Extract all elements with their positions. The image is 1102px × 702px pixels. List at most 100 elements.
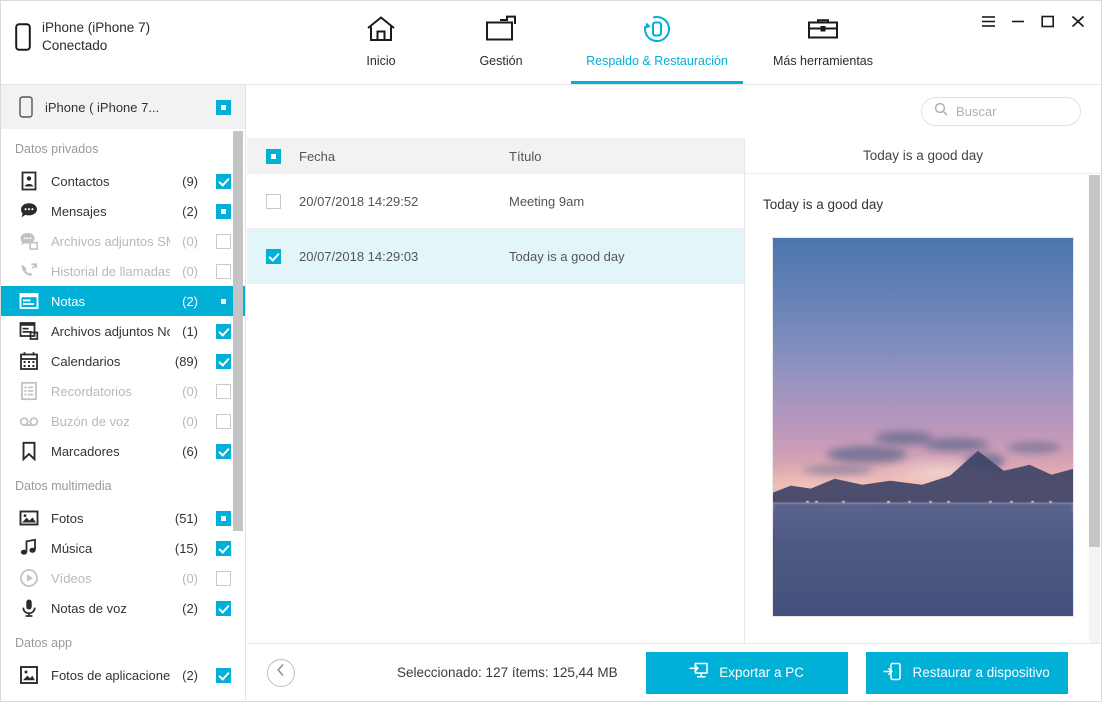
preview-scrollbar[interactable] bbox=[1089, 175, 1100, 547]
tab-respaldo-restauracion[interactable]: Respaldo & Restauración bbox=[571, 1, 743, 84]
search-box[interactable]: Buscar bbox=[921, 97, 1081, 126]
sidebar-item-label: Música bbox=[51, 541, 163, 556]
water-surface bbox=[773, 503, 1073, 616]
sidebar-item-count: (0) bbox=[182, 571, 198, 586]
sidebar-item-checkbox[interactable] bbox=[216, 601, 231, 616]
preview-header-title: Today is a good day bbox=[745, 138, 1101, 174]
table-row[interactable]: 20/07/2018 14:29:03Today is a good day bbox=[247, 229, 744, 284]
list-rows: 20/07/2018 14:29:52Meeting 9am20/07/2018… bbox=[247, 174, 744, 284]
backup-restore-icon bbox=[641, 13, 673, 45]
sidebar-device-label: iPhone ( iPhone 7... bbox=[45, 100, 204, 115]
top-bar: iPhone (iPhone 7) Conectado Inicio bbox=[1, 1, 1101, 85]
preview-photo[interactable] bbox=[772, 237, 1074, 617]
sidebar-item-buz-n-de-voz[interactable]: Buzón de voz(0) bbox=[1, 406, 245, 436]
chevron-left-icon bbox=[276, 663, 286, 682]
sidebar-item-checkbox[interactable] bbox=[216, 354, 231, 369]
sidebar-item-label: Vídeos bbox=[51, 571, 170, 586]
column-header-fecha[interactable]: Fecha bbox=[281, 149, 509, 164]
sidebar-item-count: (89) bbox=[175, 354, 198, 369]
sidebar-item-v-deos[interactable]: Vídeos (0) bbox=[1, 563, 245, 593]
sidebar-item-count: (15) bbox=[175, 541, 198, 556]
export-to-pc-button[interactable]: Exportar a PC bbox=[646, 652, 848, 694]
menu-button[interactable] bbox=[973, 8, 1003, 34]
select-all-checkbox[interactable] bbox=[266, 149, 281, 164]
tab-gestion[interactable]: Gestión bbox=[431, 1, 571, 84]
column-header-titulo[interactable]: Título bbox=[509, 149, 744, 164]
maximize-button[interactable] bbox=[1033, 8, 1063, 34]
export-to-pc-label: Exportar a PC bbox=[719, 665, 804, 680]
list-pane: Fecha Título 20/07/2018 14:29:52Meeting … bbox=[247, 138, 745, 643]
sidebar-item-checkbox[interactable] bbox=[216, 264, 231, 279]
device-info: iPhone (iPhone 7) Conectado bbox=[15, 19, 150, 55]
search-row: Buscar bbox=[247, 85, 1101, 138]
sidebar-item-archivos-adjuntos-sms[interactable]: Archivos adjuntos SMS(0) bbox=[1, 226, 245, 256]
sidebar-item-checkbox[interactable] bbox=[216, 444, 231, 459]
notes-icon bbox=[19, 291, 39, 311]
sidebar-item-calendarios[interactable]: Calendarios(89) bbox=[1, 346, 245, 376]
sidebar-item-checkbox[interactable] bbox=[216, 174, 231, 189]
sidebar-item-count: (0) bbox=[182, 264, 198, 279]
call-history-icon bbox=[19, 261, 39, 281]
sidebar-item-checkbox[interactable] bbox=[216, 414, 231, 429]
sidebar-item-historial-de-llamadas[interactable]: Historial de llamadas (0) bbox=[1, 256, 245, 286]
close-button[interactable] bbox=[1063, 8, 1093, 34]
sidebar-item-fotos[interactable]: Fotos(51) bbox=[1, 503, 245, 533]
sidebar-item-marcadores[interactable]: Marcadores(6) bbox=[1, 436, 245, 466]
reminders-icon bbox=[19, 381, 39, 401]
device-text: iPhone (iPhone 7) Conectado bbox=[42, 19, 150, 55]
contacts-icon bbox=[19, 171, 39, 191]
sidebar-item-mensajes[interactable]: Mensajes(2) bbox=[1, 196, 245, 226]
tab-mas-label: Más herramientas bbox=[773, 54, 873, 68]
sidebar-item-label: Historial de llamadas bbox=[51, 264, 170, 279]
toolbox-icon bbox=[806, 13, 840, 45]
folder-icon bbox=[484, 13, 518, 45]
sidebar-device-row[interactable]: iPhone ( iPhone 7... bbox=[1, 85, 245, 129]
sidebar-item-checkbox[interactable] bbox=[216, 668, 231, 683]
sidebar-item-label: Marcadores bbox=[51, 444, 170, 459]
tab-mas-herramientas[interactable]: Más herramientas bbox=[743, 1, 903, 84]
tab-respaldo-label: Respaldo & Restauración bbox=[586, 54, 728, 68]
content-area: Fecha Título 20/07/2018 14:29:52Meeting … bbox=[247, 138, 1101, 643]
sidebar-item-checkbox[interactable] bbox=[216, 541, 231, 556]
sidebar-item-checkbox[interactable] bbox=[216, 324, 231, 339]
messages-icon bbox=[19, 201, 39, 221]
table-row[interactable]: 20/07/2018 14:29:52Meeting 9am bbox=[247, 174, 744, 229]
sidebar-device-checkbox[interactable] bbox=[216, 100, 231, 115]
sidebar-scrollbar[interactable] bbox=[233, 131, 243, 531]
sidebar-item-checkbox[interactable] bbox=[216, 204, 231, 219]
sms-attach-icon bbox=[19, 231, 39, 251]
sidebar-item-archivos-adjuntos-no[interactable]: Archivos adjuntos No...(1) bbox=[1, 316, 245, 346]
minimize-button[interactable] bbox=[1003, 8, 1033, 34]
sidebar-item-contactos[interactable]: Contactos(9) bbox=[1, 166, 245, 196]
search-input[interactable]: Buscar bbox=[956, 104, 996, 119]
sidebar-item-checkbox[interactable] bbox=[216, 511, 231, 526]
sidebar-item-m-sica[interactable]: Música (15) bbox=[1, 533, 245, 563]
row-date: 20/07/2018 14:29:03 bbox=[281, 249, 509, 264]
sidebar-list: Datos privadosContactos(9)Mensajes(2)Arc… bbox=[1, 129, 245, 701]
sidebar-item-notas-de-voz[interactable]: Notas de voz(2) bbox=[1, 593, 245, 623]
sidebar: iPhone ( iPhone 7... Datos privadosConta… bbox=[1, 85, 246, 701]
main-area: Buscar Fecha Título 20/07/2018 14:29:52M… bbox=[247, 85, 1101, 701]
note-attach-icon bbox=[19, 321, 39, 341]
sidebar-item-recordatorios[interactable]: Recordatorios(0) bbox=[1, 376, 245, 406]
sidebar-item-label: Archivos adjuntos No... bbox=[51, 324, 170, 339]
export-to-pc-icon bbox=[689, 662, 708, 684]
row-date: 20/07/2018 14:29:52 bbox=[281, 194, 509, 209]
sidebar-item-checkbox[interactable] bbox=[216, 384, 231, 399]
restore-to-device-button[interactable]: Restaurar a dispositivo bbox=[866, 652, 1068, 694]
sidebar-group-title: Datos multimedia bbox=[1, 466, 245, 503]
sidebar-item-label: Recordatorios bbox=[51, 384, 170, 399]
tab-inicio-label: Inicio bbox=[366, 54, 395, 68]
sidebar-item-fotos-de-aplicaciones[interactable]: Fotos de aplicaciones(2) bbox=[1, 660, 245, 690]
row-title: Today is a good day bbox=[509, 249, 744, 264]
sidebar-item-checkbox[interactable] bbox=[216, 571, 231, 586]
row-checkbox[interactable] bbox=[266, 194, 281, 209]
sidebar-item-checkbox[interactable] bbox=[216, 234, 231, 249]
row-checkbox[interactable] bbox=[266, 249, 281, 264]
sidebar-item-checkbox[interactable] bbox=[216, 294, 231, 309]
back-button[interactable] bbox=[267, 659, 295, 687]
tab-inicio[interactable]: Inicio bbox=[331, 1, 431, 84]
sidebar-item-count: (2) bbox=[182, 294, 198, 309]
voicemail-icon bbox=[19, 411, 39, 431]
sidebar-item-notas[interactable]: Notas(2) bbox=[1, 286, 245, 316]
